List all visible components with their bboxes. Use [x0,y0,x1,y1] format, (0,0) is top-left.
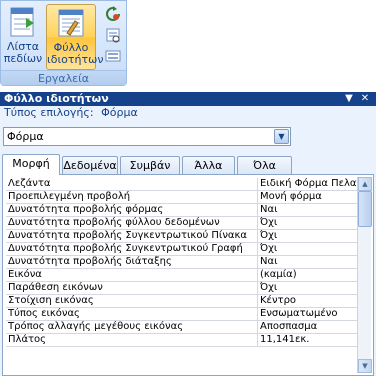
property-name: Προεπιλεγμένη προβολή [6,191,256,203]
property-value[interactable]: Ειδική Φόρμα Πελα [257,178,357,190]
property-row[interactable]: Τρόπος αλλαγής μεγέθους εικόνας Αποσπασμα [6,321,357,334]
property-name: Δυνατότητα προβολής Συγκεντρωτικού Πίνακ… [6,230,256,242]
property-name: Δυνατότητα προβολής φόρμας [6,204,256,216]
panel-title: Φύλλο ιδιοτήτων [4,92,109,105]
selection-type: Τύπος επιλογής: Φόρμα [0,106,376,120]
property-sheet-button[interactable]: Φύλλο ιδιοτήτων [46,4,104,70]
property-row[interactable]: Στοίχιση εικόνας Κέντρο [6,295,357,308]
property-row[interactable]: Δυνατότητα προβολής φόρμας Ναι [6,204,357,217]
tab-order-icon[interactable] [105,48,121,64]
property-name: Τύπος εικόνας [6,308,256,320]
vertical-scrollbar[interactable]: ▲ ▼ [357,177,372,373]
property-name: Λεζάντα [6,178,256,190]
property-value[interactable]: Όχι [257,217,357,229]
field-list-button[interactable]: Λίστα πεδίων [3,4,43,70]
property-name: Τρόπος αλλαγής μεγέθους εικόνας [6,321,256,333]
property-name: Παράθεση εικόνων [6,282,256,294]
property-row[interactable]: Δυνατότητα προβολής φύλλου δεδομένων Όχι [6,217,357,230]
chevron-down-icon[interactable]: ▼ [274,129,289,144]
property-row[interactable]: Δυνατότητα προβολής Συγκεντρωτικού Πίνακ… [6,230,357,243]
property-value[interactable]: Ενσωματωμένο [257,308,357,320]
tab-all[interactable]: Όλα [237,156,292,174]
property-name: Στοίχιση εικόνας [6,295,256,307]
property-value[interactable]: Όχι [257,243,357,255]
property-value[interactable]: Όχι [257,282,357,294]
code-icon[interactable] [105,27,121,43]
property-sheet-label: Φύλλο ιδιοτήτων [47,41,104,66]
property-row[interactable]: Εικόνα (καμία) [6,269,357,282]
panel-menu-icon[interactable]: ▼ [342,92,356,106]
property-value[interactable]: Αποσπασμα [257,321,357,333]
property-value[interactable]: Ναι [257,204,357,216]
property-name: Εικόνα [6,269,256,281]
tab-event[interactable]: Συμβάν [120,156,180,174]
property-value[interactable]: Κέντρο [257,295,357,307]
scroll-thumb[interactable] [358,191,372,227]
property-row[interactable]: Τύπος εικόνας Ενσωματωμένο [6,308,357,321]
tools-group-label: Εργαλεία [1,70,126,85]
tab-format[interactable]: Μορφή [2,154,60,175]
ribbon-tools-group: Λίστα πεδίων Φύλλο ιδιοτήτων Εργαλεία [0,0,127,86]
property-grid-container: Λεζάντα Ειδική Φόρμα Πελα Προεπιλεγμένη πρ… [2,174,374,376]
property-name: Δυνατότητα προβολής Συγκεντρωτικού Γραφή [6,243,256,255]
property-value[interactable]: 11,141εκ. [257,334,357,346]
panel-titlebar[interactable]: Φύλλο ιδιοτήτων ▼ ✕ [0,92,376,106]
property-value[interactable]: Ναι [257,256,357,268]
property-value[interactable]: Όχι [257,230,357,242]
field-list-label: Λίστα πεδίων [3,40,43,65]
property-row[interactable]: Παράθεση εικόνων Όχι [6,282,357,295]
property-sheet-panel: Φύλλο ιδιοτήτων ▼ ✕ Τύπος επιλογής: Φόρμ… [0,92,376,376]
property-row[interactable]: Δυνατότητα προβολής διάταξης Ναι [6,256,357,269]
scroll-up-icon[interactable]: ▲ [358,177,372,191]
selection-type-value: Φόρμα [101,106,138,119]
property-row[interactable]: Λεζάντα Ειδική Φόρμα Πελα [6,178,357,191]
property-tabs: Μορφή Δεδομένα Συμβάν Άλλα Όλα [2,154,374,175]
property-sheet-icon [58,9,84,37]
object-selector-value: Φόρμα [7,130,44,143]
field-list-icon [10,7,34,37]
property-row[interactable]: Δυνατότητα προβολής Συγκεντρωτικού Γραφή… [6,243,357,256]
refresh-icon[interactable] [105,6,121,22]
property-name: Δυνατότητα προβολής φύλλου δεδομένων [6,217,256,229]
property-name: Δυνατότητα προβολής διάταξης [6,256,256,268]
close-icon[interactable]: ✕ [358,92,372,106]
property-grid: Λεζάντα Ειδική Φόρμα Πελα Προεπιλεγμένη πρ… [6,178,357,373]
scroll-down-icon[interactable]: ▼ [358,359,372,373]
tab-data[interactable]: Δεδομένα [62,156,118,174]
tab-other[interactable]: Άλλα [182,156,235,174]
property-row[interactable]: Προεπιλεγμένη προβολή Μονή φόρμα [6,191,357,204]
property-value[interactable]: (καμία) [257,269,357,281]
property-name: Πλάτος [6,334,256,346]
property-value[interactable]: Μονή φόρμα [257,191,357,203]
object-selector-combo[interactable]: Φόρμα ▼ [3,127,291,146]
property-row[interactable]: Πλάτος 11,141εκ. [6,334,357,347]
selection-type-label: Τύπος επιλογής: [4,106,94,119]
